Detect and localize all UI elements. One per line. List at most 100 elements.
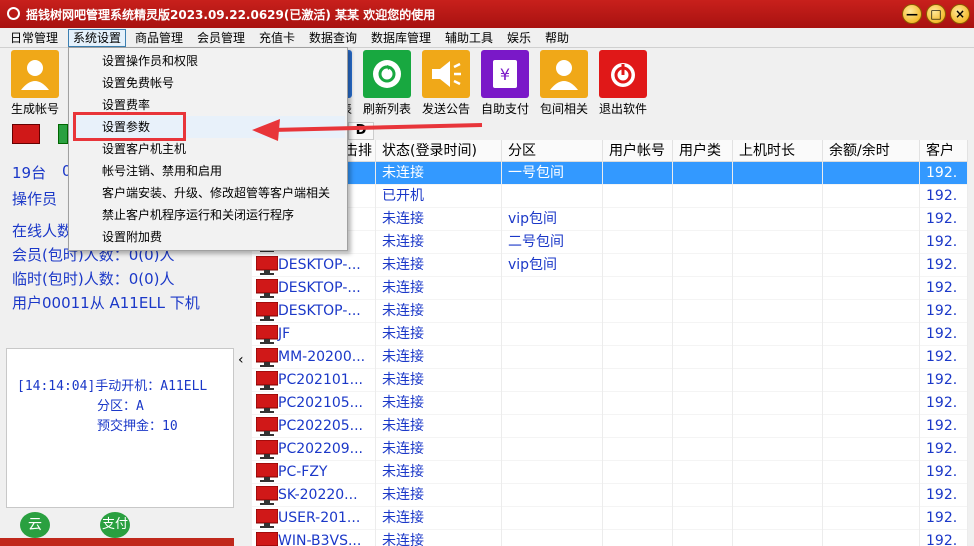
megaphone-icon <box>422 50 470 98</box>
col-client[interactable]: 客户 <box>920 140 968 162</box>
menu-client-install[interactable]: 客户端安装、升级、修改超管等客户端相关 <box>71 182 345 204</box>
menu-members[interactable]: 会员管理 <box>193 29 249 47</box>
col-user-type[interactable]: 用户类 <box>673 140 733 162</box>
cell-user-type <box>673 254 733 277</box>
cell-machine-name: PC-FZY <box>252 461 376 484</box>
cell-balance <box>823 484 920 507</box>
table-row[interactable]: MM-20200... 未连接 192. <box>252 346 968 369</box>
cell-machine-name: DESKTOP-... <box>252 254 376 277</box>
minimize-button[interactable]: — <box>902 4 922 24</box>
menu-set-client-host[interactable]: 设置客户机主机 <box>71 138 345 160</box>
table-row[interactable]: 未连接 二号包间 192. <box>252 231 968 254</box>
cell-status: 未连接 <box>376 369 502 392</box>
menu-goods[interactable]: 商品管理 <box>131 29 187 47</box>
table-row[interactable]: PC-FZY 未连接 192. <box>252 461 968 484</box>
cell-duration <box>733 162 823 185</box>
window-title: 摇钱树网吧管理系统精灵版2023.09.22.0629(已激活) 某某 欢迎您的… <box>26 8 436 22</box>
menu-database[interactable]: 数据库管理 <box>367 29 435 47</box>
cell-client-ip: 192. <box>920 277 968 300</box>
cell-user-type <box>673 530 733 546</box>
col-duration[interactable]: 上机时长 <box>733 140 823 162</box>
cell-account <box>603 507 673 530</box>
menu-entertainment[interactable]: 娱乐 <box>503 29 535 47</box>
menu-system-settings[interactable]: 系统设置 <box>68 29 127 47</box>
table-row[interactable]: DESKTOP-... 未连接 192. <box>252 300 968 323</box>
table-row[interactable]: PC202105... 未连接 192. <box>252 392 968 415</box>
menu-set-surcharge[interactable]: 设置附加费 <box>71 226 345 248</box>
exit-software-button[interactable]: 退出软件 <box>592 50 654 116</box>
cell-duration <box>733 185 823 208</box>
table-row[interactable]: DESKTOP-... 未连接 vip包间 192. <box>252 254 968 277</box>
cell-user-type <box>673 277 733 300</box>
cell-status: 未连接 <box>376 162 502 185</box>
cell-account <box>603 323 673 346</box>
last-logout-text: 用户00011从 A11ELL 下机 <box>12 294 200 312</box>
self-pay-button[interactable]: ¥ 自助支付 <box>474 50 536 116</box>
refresh-list-button[interactable]: 刷新列表 <box>356 50 418 116</box>
menu-set-operators[interactable]: 设置操作员和权限 <box>71 50 345 72</box>
table-row[interactable]: 未连接 vip包间 192. <box>252 208 968 231</box>
user-icon <box>540 50 588 98</box>
title-bar[interactable]: 摇钱树网吧管理系统精灵版2023.09.22.0629(已激活) 某某 欢迎您的… <box>0 0 974 28</box>
menu-set-free-accounts[interactable]: 设置免费帐号 <box>71 72 345 94</box>
cell-account <box>603 300 673 323</box>
menu-block-programs[interactable]: 禁止客户机程序运行和关闭运行程序 <box>71 204 345 226</box>
menu-data-query[interactable]: 数据查询 <box>305 29 361 47</box>
menu-recharge-card[interactable]: 充值卡 <box>255 29 299 47</box>
cell-duration <box>733 231 823 254</box>
cell-status: 已开机 <box>376 185 502 208</box>
cloud-button[interactable]: 云 <box>20 512 50 538</box>
table-row[interactable]: SK-20220... 未连接 192. <box>252 484 968 507</box>
table-row[interactable]: USER-201... 未连接 192. <box>252 507 968 530</box>
pay-button[interactable]: 支付 <box>100 512 130 538</box>
cell-client-ip: 192. <box>920 369 968 392</box>
maximize-button[interactable]: □ <box>926 4 946 24</box>
table-row[interactable]: PC202209... 未连接 192. <box>252 438 968 461</box>
cell-client-ip: 192. <box>920 300 968 323</box>
operator-label: 操作员 <box>12 190 58 208</box>
cell-status: 未连接 <box>376 231 502 254</box>
table-row[interactable]: 已开机 192. <box>252 185 968 208</box>
cell-duration <box>733 323 823 346</box>
cell-account <box>603 530 673 546</box>
table-row[interactable]: PC202101... 未连接 192. <box>252 369 968 392</box>
log-line: 分区：A <box>97 399 144 414</box>
col-balance[interactable]: 余额/余时 <box>823 140 920 162</box>
menu-help[interactable]: 帮助 <box>541 29 573 47</box>
cell-account <box>603 185 673 208</box>
cell-zone: 一号包间 <box>502 162 603 185</box>
col-status[interactable]: 状态(登录时间) <box>376 140 502 162</box>
cell-account <box>603 461 673 484</box>
cell-user-type <box>673 392 733 415</box>
app-logo-icon <box>7 7 20 20</box>
cell-machine-name: PC202105... <box>252 392 376 415</box>
table-row[interactable]: WIN-B3VS... 未连接 192. <box>252 530 968 546</box>
col-zone[interactable]: 分区 <box>502 140 603 162</box>
cell-status: 未连接 <box>376 254 502 277</box>
collapse-chevron-icon[interactable]: ‹ <box>238 352 244 368</box>
cell-zone <box>502 415 603 438</box>
private-room-button[interactable]: 包间相关 <box>533 50 595 116</box>
menu-tools[interactable]: 辅助工具 <box>441 29 497 47</box>
cell-client-ip: 192. <box>920 438 968 461</box>
vertical-scrollbar[interactable] <box>968 140 974 546</box>
cell-zone <box>502 369 603 392</box>
table-row[interactable]: JF 未连接 192. <box>252 323 968 346</box>
cell-account <box>603 254 673 277</box>
cell-status: 未连接 <box>376 438 502 461</box>
table-row[interactable]: DESKTOP-... 未连接 192. <box>252 277 968 300</box>
cell-account <box>603 438 673 461</box>
table-row[interactable]: PC202205... 未连接 192. <box>252 415 968 438</box>
cell-balance <box>823 530 920 546</box>
table-row[interactable]: 未连接 一号包间 192. <box>252 162 968 185</box>
annotation-arrow-icon <box>252 119 483 141</box>
col-account[interactable]: 用户帐号 <box>603 140 673 162</box>
menu-account-cancel[interactable]: 帐号注销、禁用和启用 <box>71 160 345 182</box>
close-button[interactable]: × <box>950 4 970 24</box>
cell-duration <box>733 254 823 277</box>
generate-account-button[interactable]: 生成帐号 <box>4 50 66 116</box>
cell-status: 未连接 <box>376 507 502 530</box>
cell-zone: vip包间 <box>502 254 603 277</box>
menu-daily[interactable]: 日常管理 <box>6 29 62 47</box>
send-notice-button[interactable]: 发送公告 <box>415 50 477 116</box>
